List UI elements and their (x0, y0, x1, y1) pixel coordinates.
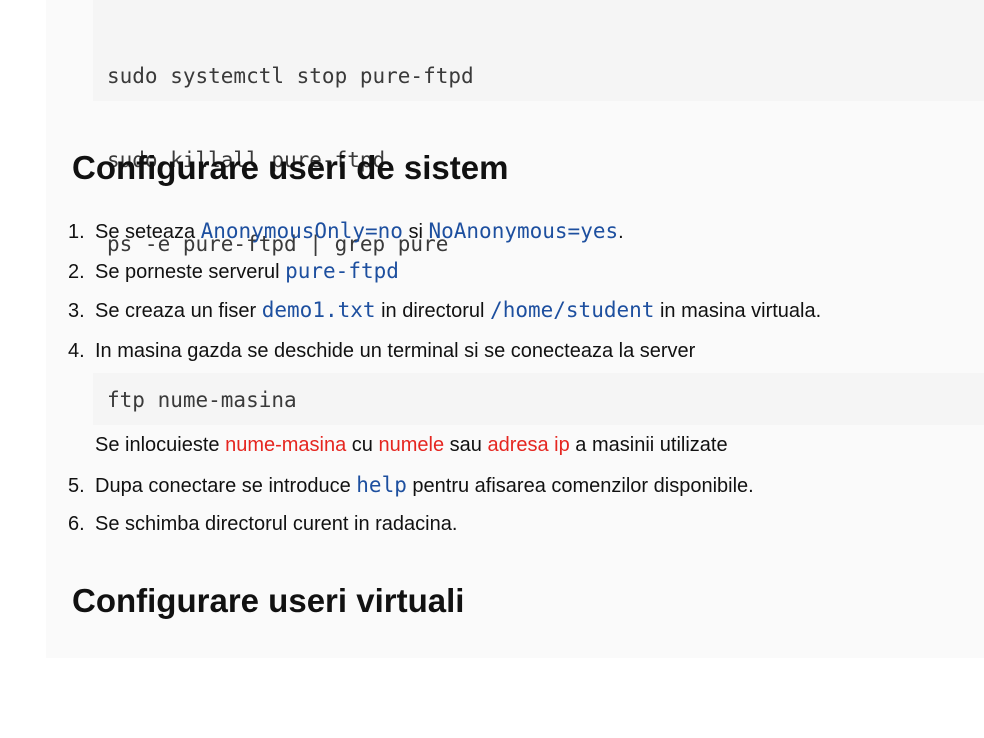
note-text: cu (346, 434, 379, 456)
step-text: Dupa conectare se introduce (95, 475, 357, 497)
inline-code: /home/student (490, 298, 655, 322)
document-page: sudo systemctl stop pure-ftpd sudo killa… (0, 0, 984, 738)
step-text: Se porneste serverul (95, 261, 286, 283)
section-heading-system-users: Configurare useri de sistem (72, 149, 509, 186)
step-number: 2. (68, 261, 85, 283)
step-3: 3. Se creaza un fiser demo1.txt in direct… (68, 297, 821, 324)
step-text: si (402, 221, 429, 243)
step-text: Se seteaza (95, 221, 201, 243)
inline-code: NoAnonymous=yes (428, 219, 619, 243)
inline-code: demo1.txt (261, 298, 376, 322)
step-text: In masina gazda se deschide un terminal … (95, 340, 696, 362)
step-text: in masina virtuala. (654, 300, 822, 322)
inline-code: AnonymousOnly=no (200, 219, 403, 243)
inline-code: pure-ftpd (285, 259, 399, 283)
step-5: 5. Dupa conectare se introduce help pentr… (68, 472, 754, 499)
step-number: 1. (68, 221, 85, 243)
step-text: pentru afisarea comenzilor disponibile. (406, 475, 754, 497)
step-2: 2. Se porneste serverul pure-ftpd (68, 258, 399, 285)
step-text: Se creaza un fiser (95, 300, 262, 322)
section-heading-virtual-users: Configurare useri virtuali (72, 582, 465, 619)
note-text: sau (444, 434, 488, 456)
step-text: . (618, 221, 624, 243)
note-text: Se inlocuieste (95, 434, 226, 456)
step-6: 6. Se schimba directorul curent in radaci… (68, 511, 457, 537)
highlighted-text: nume-masina (225, 434, 347, 456)
step-number: 4. (68, 340, 85, 362)
highlighted-text: numele (378, 434, 445, 456)
step-text: Se schimba directorul curent in radacina… (95, 513, 458, 535)
step-number: 6. (68, 513, 85, 535)
step-4: 4. In masina gazda se deschide un termina… (68, 338, 695, 364)
command-code-block: sudo systemctl stop pure-ftpd sudo killa… (93, 0, 984, 256)
code-line-stop-service: sudo systemctl stop pure-ftpd (107, 64, 474, 88)
step-4-note: Se inlocuieste nume-masina cu numele sau… (95, 432, 728, 458)
step-number: 3. (68, 300, 85, 322)
note-text: a masinii utilizate (569, 434, 728, 456)
step-text: in directorul (375, 300, 491, 322)
ftp-command-code-block: ftp nume-masina (93, 373, 984, 425)
step-number: 5. (68, 475, 85, 497)
inline-code: help (356, 473, 407, 497)
step-1: 1. Se seteaza AnonymousOnly=no si NoAnony… (68, 218, 624, 245)
highlighted-text: adresa ip (487, 434, 570, 456)
